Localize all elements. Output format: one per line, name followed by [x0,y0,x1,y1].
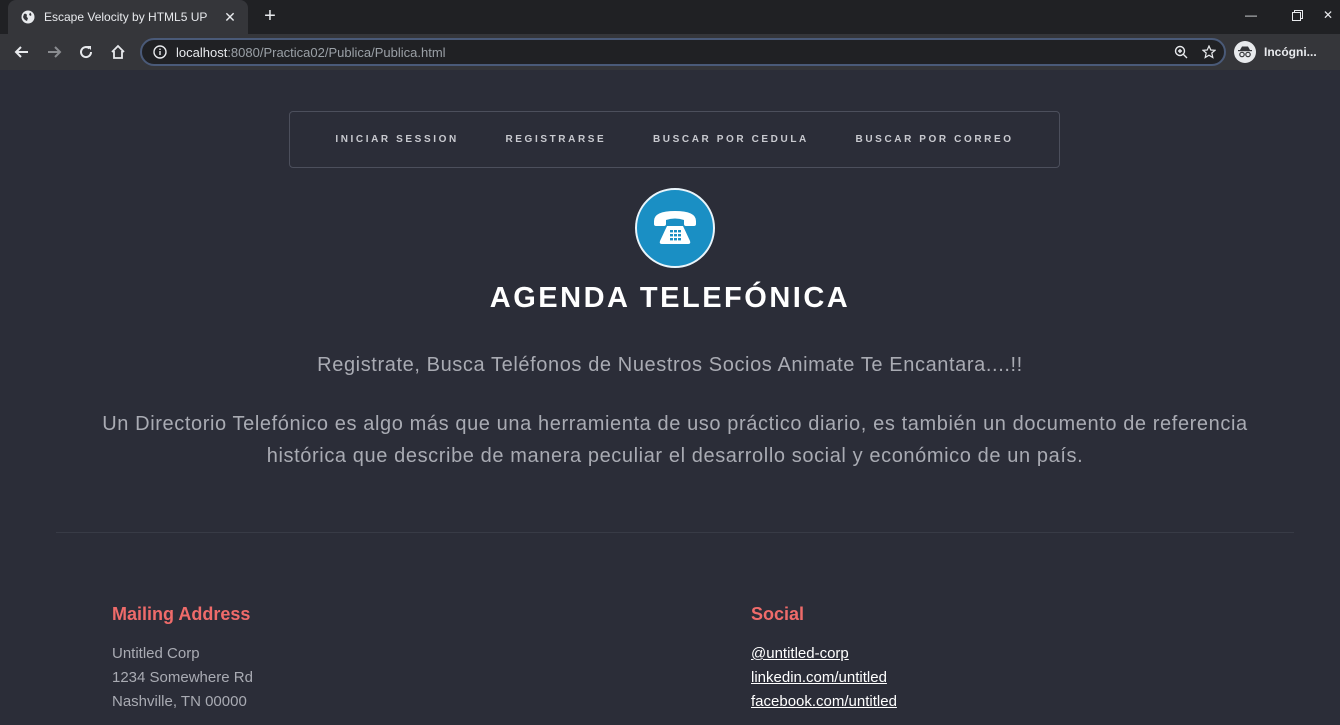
new-tab-button[interactable]: + [258,5,282,29]
social-link-linkedin[interactable]: linkedin.com/untitled [751,666,897,690]
restore-icon[interactable] [1274,0,1320,30]
social-link-facebook[interactable]: facebook.com/untitled [751,690,897,714]
social-link-handle[interactable]: @untitled-corp [751,642,897,666]
home-icon[interactable] [106,40,130,64]
incognito-icon [1234,41,1256,63]
back-icon[interactable] [10,40,34,64]
browser-tab-strip: Escape Velocity by HTML5 UP ✕ + — ✕ [0,0,1340,34]
profile-label: Incógni... [1264,45,1317,59]
tagline: Registrate, Busca Teléfonos de Nuestros … [317,354,1023,376]
address-line: Untitled Corp [112,645,200,662]
zoom-icon[interactable] [1172,43,1190,61]
url-text: localhost:8080/Practica02/Publica/Public… [176,45,446,60]
forward-icon[interactable] [42,40,66,64]
tab-title: Escape Velocity by HTML5 UP [44,10,208,24]
main-nav: INICIAR SESSION REGISTRARSE BUSCAR POR C… [289,111,1060,168]
page-title: AGENDA TELEFÓNICA [489,282,851,314]
globe-icon [20,9,36,25]
incognito-profile-button[interactable]: Incógni... [1234,39,1317,65]
divider [56,532,1294,533]
nav-iniciar-session[interactable]: INICIAR SESSION [335,134,458,145]
bookmark-star-icon[interactable] [1200,43,1218,61]
description: Un Directorio Telefónico es algo más que… [102,413,1248,467]
telephone-icon [654,211,696,244]
close-window-icon[interactable]: ✕ [1316,0,1340,30]
browser-tab[interactable]: Escape Velocity by HTML5 UP ✕ [8,0,248,34]
address-line: 1234 Somewhere Rd [112,669,253,686]
url-path: :8080/Practica02/Publica/Publica.html [227,44,446,60]
site-info-icon[interactable] [152,44,168,60]
address-bar[interactable]: localhost:8080/Practica02/Publica/Public… [140,38,1226,66]
social-section: Social @untitled-corp linkedin.com/untit… [751,604,897,714]
nav-buscar-por-correo[interactable]: BUSCAR POR CORREO [856,134,1014,145]
mailing-address-heading: Mailing Address [112,604,251,624]
mailing-address-section: Mailing Address Untitled Corp 1234 Somew… [112,604,253,714]
browser-toolbar: localhost:8080/Practica02/Publica/Public… [0,34,1340,70]
social-heading: Social [751,604,805,624]
close-tab-icon[interactable]: ✕ [222,9,238,26]
nav-buscar-por-cedula[interactable]: BUSCAR POR CEDULA [653,134,809,145]
url-host: localhost [176,44,228,60]
reload-icon[interactable] [74,40,98,64]
minimize-icon[interactable]: — [1228,0,1274,30]
address-line: Nashville, TN 00000 [112,693,247,710]
logo [635,188,715,268]
nav-registrarse[interactable]: REGISTRARSE [505,134,606,145]
page-content: INICIAR SESSION REGISTRARSE BUSCAR POR C… [0,70,1340,725]
